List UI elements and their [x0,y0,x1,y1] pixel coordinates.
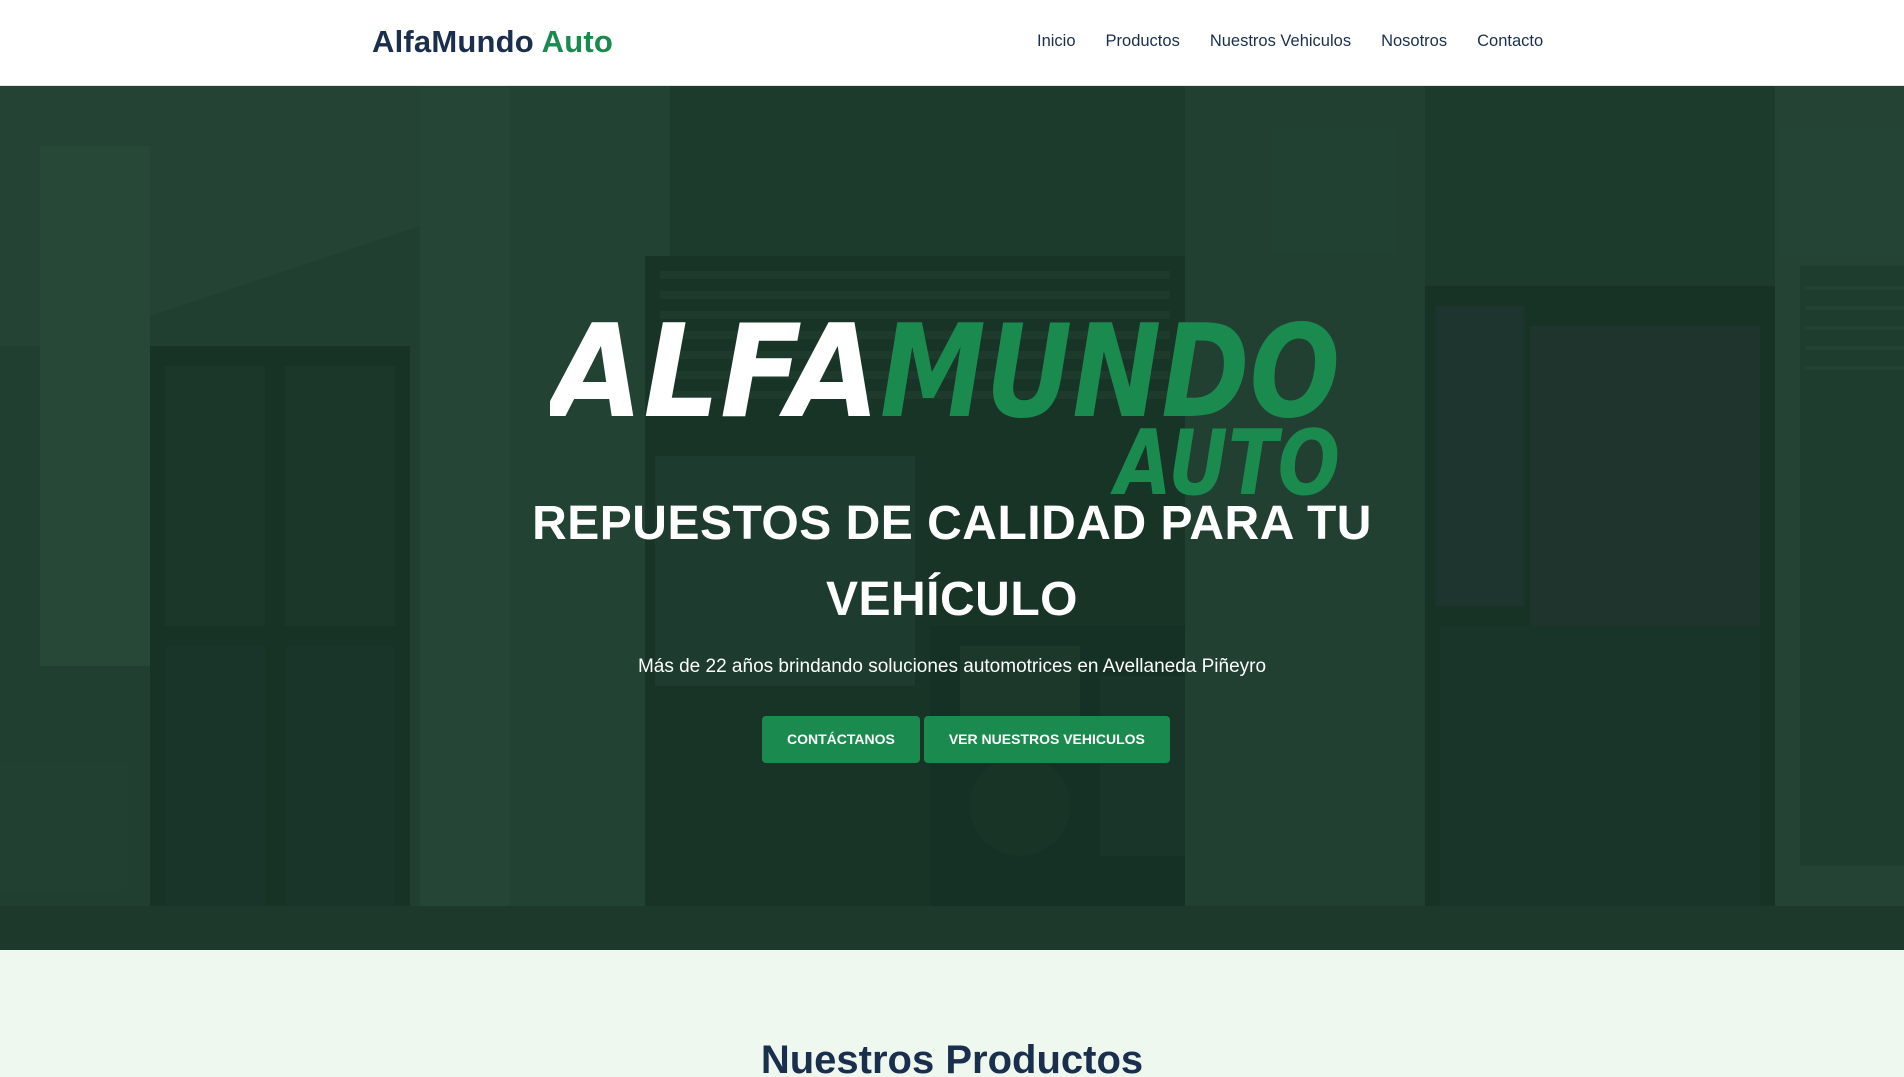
nav-link-inicio[interactable]: Inicio [1022,32,1091,51]
hero-section: ALFA MUNDO AUTO REPUESTOS DE CALIDAD PAR… [0,86,1904,950]
hero-heading-line1: REPUESTOS DE CALIDAD PARA TU [532,497,1372,550]
nav-link-nosotros[interactable]: Nosotros [1366,32,1462,51]
navbar: AlfaMundo Auto Inicio Productos Nuestros… [0,0,1904,86]
brand-logo-link[interactable]: AlfaMundo Auto [372,24,613,60]
nav-link-contacto[interactable]: Contacto [1462,32,1558,51]
products-title: Nuestros Productos [760,1038,1144,1077]
hero-heading: REPUESTOS DE CALIDAD PARA TU VEHÍCULO [452,486,1452,638]
nav-menu: Inicio Productos Nuestros Vehiculos Noso… [1022,32,1558,51]
brand-primary: AlfaMundo [372,24,534,59]
hero-heading-line2: VEHÍCULO [825,573,1078,626]
hero-buttons: CONTÁCTANOS VER NUESTROS VEHICULOS [762,716,1170,763]
view-vehicles-button[interactable]: VER NUESTROS VEHICULOS [923,716,1170,763]
nav-link-productos[interactable]: Productos [1091,32,1195,51]
contact-button[interactable]: CONTÁCTANOS [762,716,920,763]
nav-link-vehiculos[interactable]: Nuestros Vehiculos [1195,32,1366,51]
hero-subtitle: Más de 22 años brindando soluciones auto… [637,656,1267,677]
brand-accent: Auto [541,24,613,59]
logo-text-alfa: ALFA [550,298,880,447]
products-section: Nuestros Productos [0,950,1904,1077]
